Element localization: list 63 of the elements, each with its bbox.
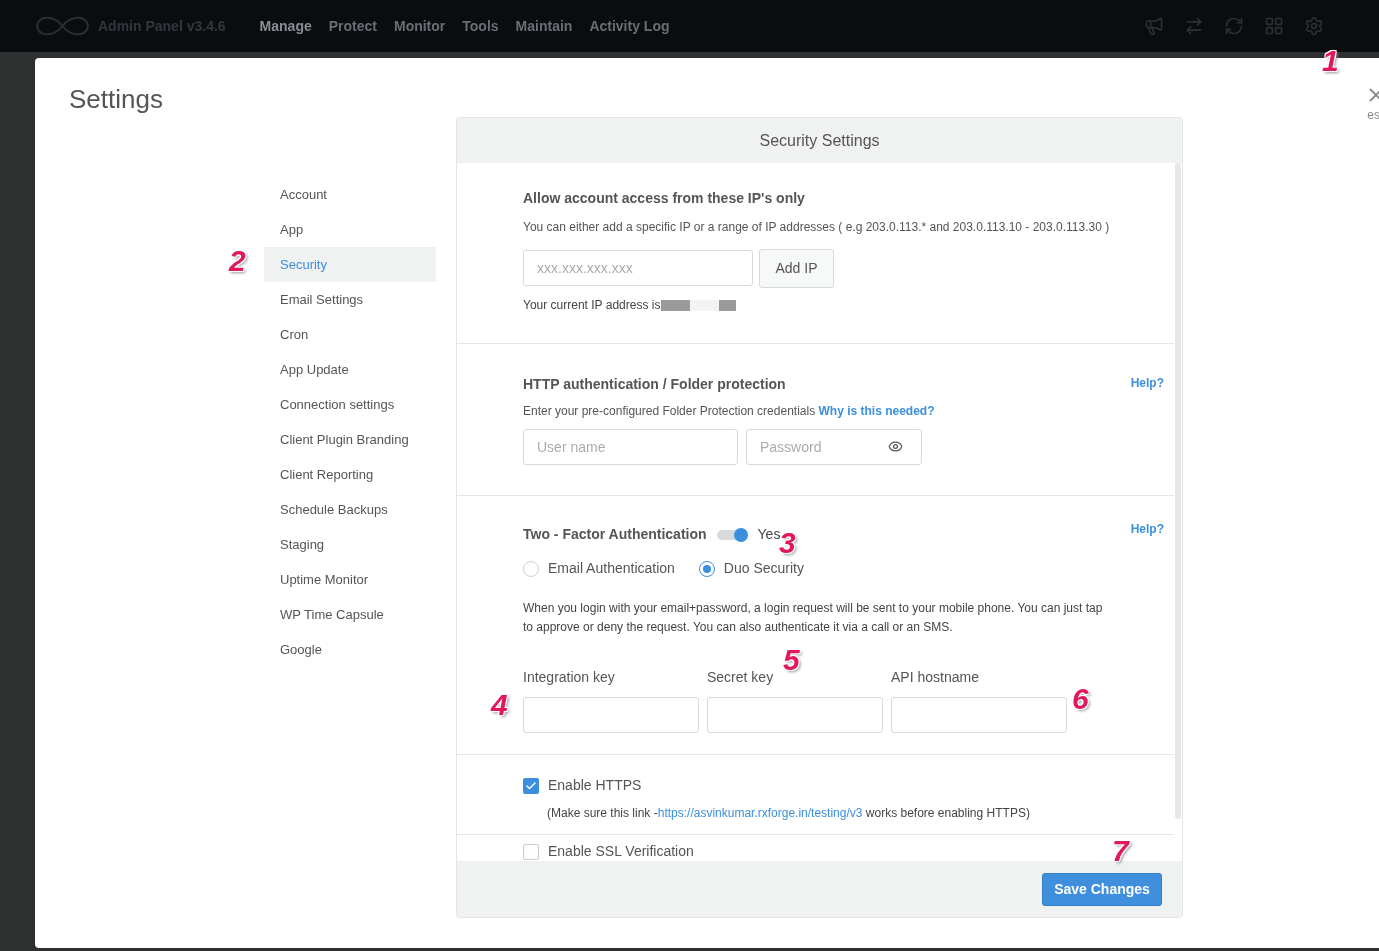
key-field[interactable]	[707, 697, 883, 733]
callout-number: 4	[491, 690, 508, 720]
sidebar-item[interactable]: Client Reporting	[264, 457, 436, 492]
megaphone-icon[interactable]	[1144, 16, 1164, 36]
nav-link[interactable]: Activity Log	[589, 15, 670, 37]
current-ip-label: Your current IP address is	[523, 297, 661, 314]
checkbox-label: Enable HTTPS	[548, 776, 642, 795]
sidebar-item[interactable]: App Update	[264, 352, 436, 387]
settings-icon[interactable]	[1304, 16, 1324, 36]
sidebar-item[interactable]: Uptime Monitor	[264, 562, 436, 597]
section-heading: HTTP authentication / Folder protection	[523, 375, 786, 394]
sidebar-item[interactable]: WP Time Capsule	[264, 597, 436, 632]
section-heading: Two - Factor Authentication	[523, 525, 707, 544]
swap-arrows-icon[interactable]	[1184, 16, 1204, 36]
nav-link[interactable]: Manage	[259, 15, 312, 37]
username-field[interactable]: User name	[523, 429, 738, 465]
key-field[interactable]	[891, 697, 1067, 733]
modal-title: Settings	[69, 83, 164, 116]
refresh-icon[interactable]	[1224, 16, 1244, 36]
check-icon	[525, 779, 537, 792]
eye-icon[interactable]	[888, 439, 903, 454]
section-description: You can either add a specific IP or a range of IP addresses ( e.g 203.0.113.* and 203.0.113.10 - 203.0.113.30 )	[523, 219, 1111, 236]
callout-number: 6	[1072, 684, 1089, 714]
site-link[interactable]: https://asvinkumar.rxforge.in/testing/v3	[657, 806, 863, 820]
callout-number: 2	[229, 246, 246, 276]
sidebar-item[interactable]: Schedule Backups	[264, 492, 436, 527]
callout-number: 5	[783, 645, 800, 675]
section-description: Enter your pre-configured Folder Protection credentials Why is this needed?	[523, 403, 936, 420]
radio-label: Email Authentication	[548, 559, 675, 578]
ip-field[interactable]: xxx.xxx.xxx.xxx	[523, 250, 753, 286]
sidebar-item[interactable]: Google	[264, 632, 436, 667]
checkbox[interactable]	[523, 777, 539, 794]
sidebar-item[interactable]: Email Settings	[264, 282, 436, 317]
field-label: API hostname	[891, 668, 980, 687]
checkbox-label: Enable SSL Verification	[548, 842, 694, 861]
section-heading: Allow account access from these IP's only	[523, 189, 806, 208]
sidebar-item[interactable]: Cron	[264, 317, 436, 352]
sidebar-item[interactable]: Connection settings	[264, 387, 436, 422]
nav-link[interactable]: Tools	[462, 15, 499, 37]
checkbox[interactable]	[523, 843, 539, 860]
field-label: Integration key	[523, 668, 616, 687]
sidebar-item[interactable]: Account	[264, 177, 436, 212]
scrollbar[interactable]	[1175, 163, 1181, 819]
sidebar-item[interactable]: Staging	[264, 527, 436, 562]
field-label: Secret key	[707, 668, 775, 687]
add-ip-button[interactable]: Add IP	[759, 249, 834, 288]
sidebar-item[interactable]: Client Plugin Branding	[264, 422, 436, 457]
callout-number: 7	[1112, 836, 1129, 866]
radio-label: Duo Security	[723, 559, 804, 578]
panel-title: Security Settings	[759, 130, 880, 151]
section-description: When you login with your email+password, a login request will be sent to your mobile phone. You can just tap to approve or deny the request. You can also authenticate it via a call or an SMS.	[523, 600, 1104, 636]
grid-icon[interactable]	[1264, 16, 1284, 36]
sidebar-item[interactable]: App	[264, 212, 436, 247]
password-field[interactable]: Password	[746, 429, 922, 465]
https-note: (Make sure this link -https://asvinkumar.rxforge.in/testing/v3 works before enabling HTTPS)	[547, 805, 1031, 822]
nav-link[interactable]: Protect	[328, 15, 377, 37]
nav-link[interactable]: Monitor	[393, 15, 446, 37]
close-hint: es	[1367, 107, 1379, 124]
toggle-label: Yes	[757, 525, 781, 542]
nav-link[interactable]: Maintain	[515, 15, 573, 37]
callout-number: 3	[779, 528, 796, 558]
key-field[interactable]	[523, 697, 699, 733]
toggle-switch[interactable]	[716, 527, 748, 542]
